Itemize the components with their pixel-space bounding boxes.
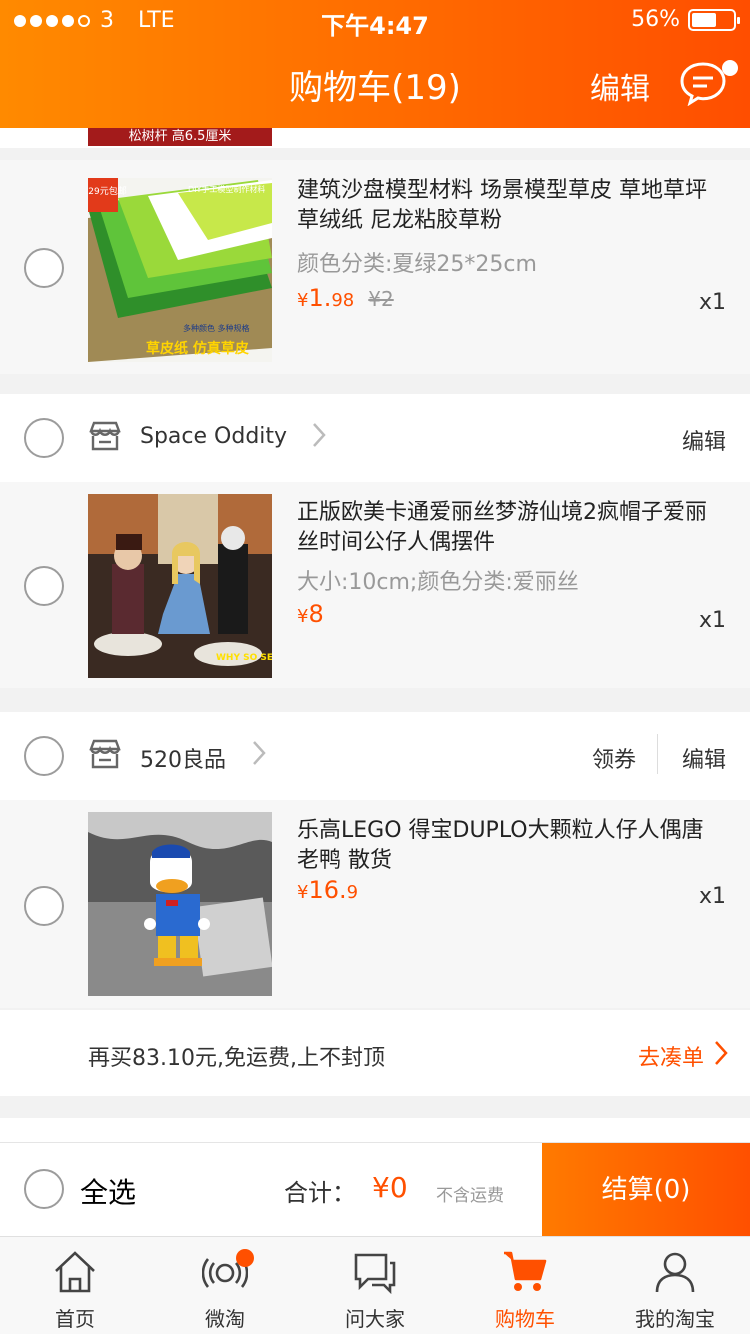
product-image-tail: 松树杆 高6.5厘米 <box>88 128 272 146</box>
product-title[interactable]: 建筑沙盘模型材料 场景模型草皮 草地草坪 草绒纸 尼龙粘胶草粉 <box>297 176 710 236</box>
shop-header[interactable]: Space Oddity 编辑 <box>0 394 750 482</box>
free-shipping-promo: 再买83.10元,免运费,上不封顶 去凑单 <box>0 1010 750 1096</box>
total-label: 合计： <box>284 1179 356 1207</box>
product-variant: 颜色分类:夏绿25*25cm <box>297 252 537 277</box>
shop-icon <box>89 421 121 451</box>
promo-text: 再买83.10元,免运费,上不封顶 <box>88 1046 385 1071</box>
product-thumbnail[interactable]: WHY SO SERIOUS? <box>88 494 272 678</box>
tab-home[interactable]: 首页 <box>0 1237 150 1334</box>
profile-icon <box>655 1252 695 1293</box>
thumb-caption: WHY SO SERIOUS? <box>216 653 272 663</box>
select-all-radio[interactable] <box>24 1169 64 1209</box>
chevron-right-icon[interactable] <box>312 422 326 448</box>
cart-item[interactable]: 乐高LEGO 得宝DUPLO大颗粒人仔人偶唐老鸭 散货 ¥16.9 x1 <box>0 800 750 1008</box>
shop-select-radio[interactable] <box>24 736 64 776</box>
product-price: ¥1.98 ¥2 <box>297 284 394 312</box>
total-value: ¥0 <box>372 1171 408 1204</box>
shop-select-radio[interactable] <box>24 418 64 458</box>
tab-weitao[interactable]: 微淘 <box>150 1237 300 1334</box>
item-quantity: x1 <box>698 290 726 315</box>
next-shop-edge <box>0 1118 750 1142</box>
cart-icon <box>504 1251 547 1291</box>
product-thumbnail[interactable]: 满29元包邮 DIY手工模型制作材料 多种颜色 多种规格 草皮纸 仿真草皮 <box>88 178 272 362</box>
notification-badge <box>236 1249 254 1267</box>
currency-symbol: ¥ <box>297 606 309 627</box>
product-thumbnail[interactable] <box>88 812 272 996</box>
shop-icon <box>89 739 121 769</box>
shop-name[interactable]: Space Oddity <box>140 424 287 449</box>
tab-label: 首页 <box>55 1307 95 1331</box>
item-quantity: x1 <box>698 884 726 909</box>
product-price: ¥16.9 <box>297 876 358 904</box>
price-decimal: 98 <box>331 290 355 311</box>
shop-edit-button[interactable]: 编辑 <box>682 424 726 456</box>
currency-symbol: ¥ <box>297 882 309 903</box>
checkout-bar: 全选 合计： ¥0 不含运费 结算(0) <box>0 1142 750 1237</box>
product-variant: 大小:10cm;颜色分类:爱丽丝 <box>297 570 579 595</box>
shop-name[interactable]: 520良品 <box>140 742 226 774</box>
previous-item-tail: 松树杆 高6.5厘米 <box>0 128 750 148</box>
select-all-label[interactable]: 全选 <box>80 1171 136 1211</box>
item-select-radio[interactable] <box>24 886 64 926</box>
tab-cart[interactable]: 购物车 <box>450 1237 600 1334</box>
product-title[interactable]: 乐高LEGO 得宝DUPLO大颗粒人仔人偶唐老鸭 散货 <box>297 816 710 876</box>
tab-label: 微淘 <box>205 1307 245 1331</box>
cart-list: 松树杆 高6.5厘米 满29元包邮 DIY手工模型制作材料 多种颜色 多种规格 … <box>0 128 750 1142</box>
cart-item[interactable]: 满29元包邮 DIY手工模型制作材料 多种颜色 多种规格 草皮纸 仿真草皮 建筑… <box>0 160 750 374</box>
get-coupon-button[interactable]: 领券 <box>592 742 636 774</box>
add-more-link[interactable]: 去凑单 <box>638 1040 704 1072</box>
original-price: ¥2 <box>368 287 394 311</box>
tab-label: 问大家 <box>345 1307 405 1331</box>
item-select-radio[interactable] <box>24 248 64 288</box>
checkout-button[interactable]: 结算(0) <box>542 1143 750 1237</box>
price-decimal: 9 <box>346 882 359 903</box>
currency-symbol: ¥ <box>297 290 309 311</box>
divider <box>657 734 658 774</box>
home-icon <box>55 1251 95 1293</box>
chevron-right-icon[interactable] <box>714 1040 728 1066</box>
price-integer: 8 <box>308 600 324 628</box>
item-quantity: x1 <box>698 608 726 633</box>
shop-header[interactable]: 520良品 领券 编辑 <box>0 712 750 800</box>
thumb-note: 多种颜色 多种规格 <box>183 323 250 333</box>
tab-label: 购物车 <box>495 1307 555 1331</box>
tab-my-taobao[interactable]: 我的淘宝 <box>600 1237 750 1334</box>
tab-label: 我的淘宝 <box>635 1307 715 1331</box>
shop-edit-button[interactable]: 编辑 <box>682 742 726 774</box>
tab-ask[interactable]: 问大家 <box>300 1237 450 1334</box>
price-integer: 1. <box>308 284 332 312</box>
edit-cart-button[interactable]: 编辑 <box>590 64 650 108</box>
shipping-note: 不含运费 <box>436 1186 504 1206</box>
status-bar: 3 LTE 下午4:47 56% <box>0 0 750 40</box>
price-integer: 16. <box>308 876 347 904</box>
thumb-caption-bottom: 草皮纸 仿真草皮 <box>146 340 249 357</box>
message-badge <box>722 60 738 76</box>
battery-percent: 56% <box>631 7 680 32</box>
chevron-right-icon[interactable] <box>252 740 266 766</box>
item-select-radio[interactable] <box>24 566 64 606</box>
ask-icon <box>354 1253 396 1295</box>
battery-icon <box>688 8 740 31</box>
thumb-caption-top: DIY手工模型制作材料 <box>188 184 265 194</box>
product-price: ¥8 <box>297 600 324 628</box>
thumb-badge-text: 满29元包邮 <box>88 185 127 197</box>
app-header: 3 LTE 下午4:47 56% 购物车(19) 编辑 <box>0 0 750 128</box>
cart-item[interactable]: WHY SO SERIOUS? 正版欧美卡通爱丽丝梦游仙境2疯帽子爱丽丝时间公仔… <box>0 482 750 688</box>
bottom-tab-bar: 首页 微淘 问大家 购物车 我的淘宝 <box>0 1236 750 1334</box>
message-icon[interactable] <box>678 60 728 106</box>
product-title[interactable]: 正版欧美卡通爱丽丝梦游仙境2疯帽子爱丽丝时间公仔人偶摆件 <box>297 498 710 558</box>
